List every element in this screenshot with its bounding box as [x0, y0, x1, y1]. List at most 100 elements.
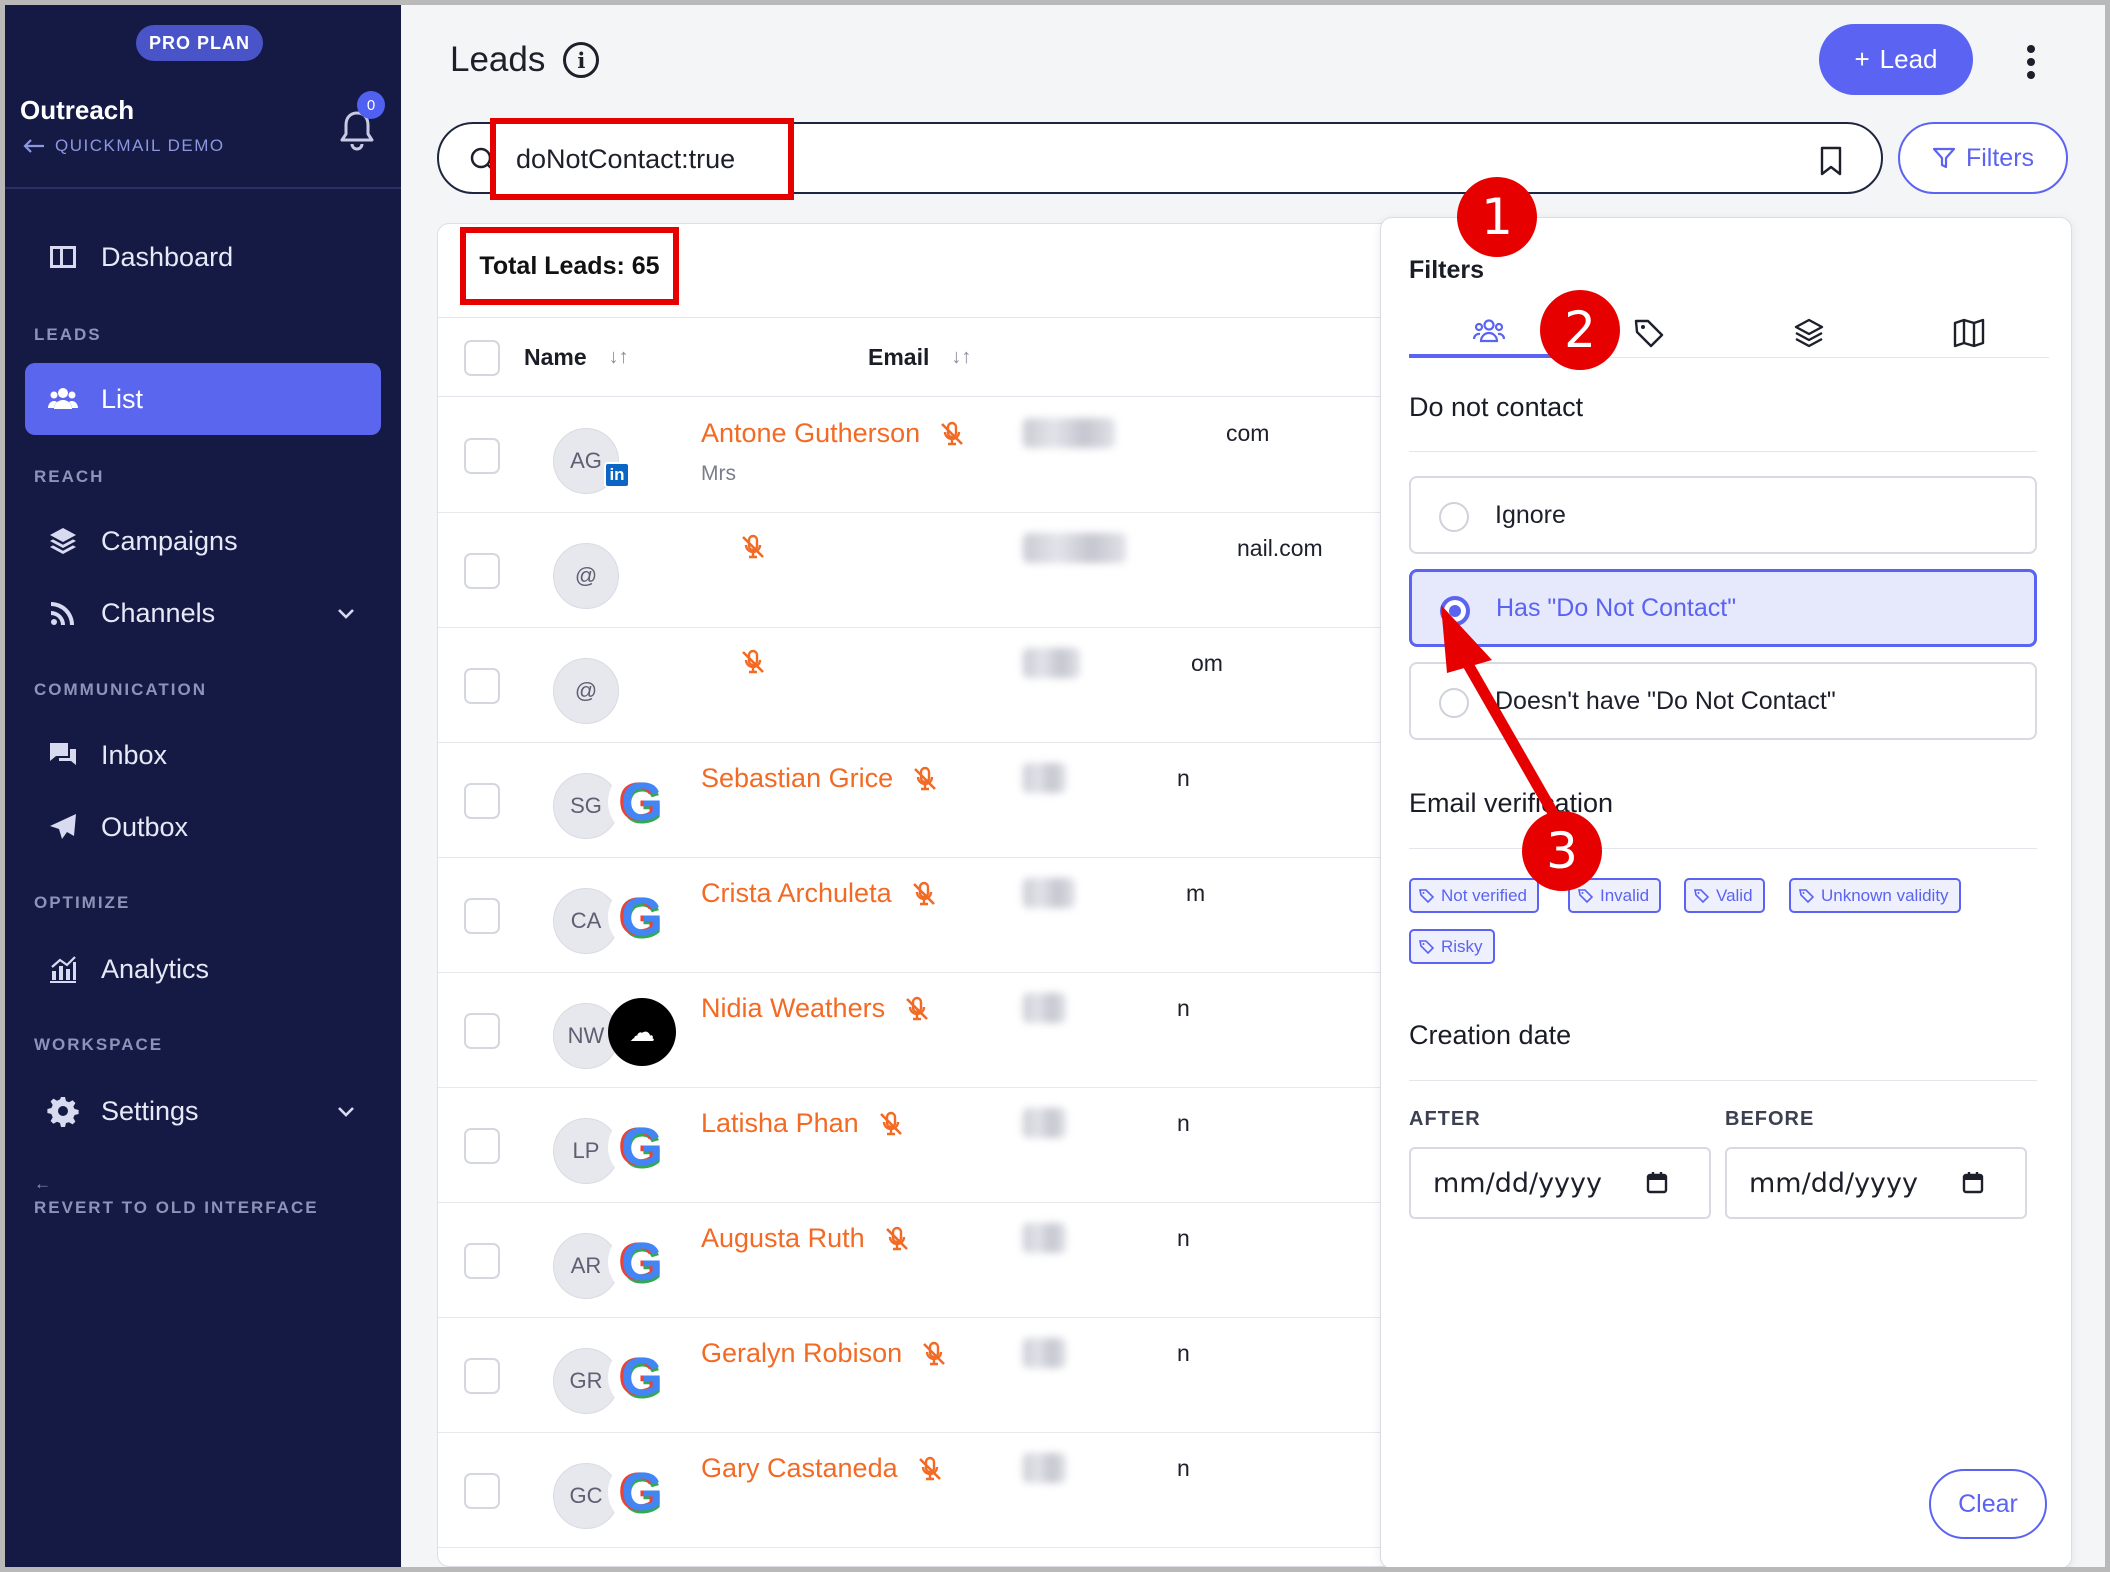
- lead-name-link[interactable]: Latisha Phan: [701, 1108, 905, 1139]
- email-text: m: [1186, 880, 1206, 906]
- soundcloud-source-icon: ☁: [608, 998, 676, 1066]
- lead-name-link[interactable]: [721, 533, 767, 561]
- lead-name-link[interactable]: Crista Archuleta: [701, 878, 938, 909]
- page-title: Leads: [450, 40, 546, 79]
- back-link[interactable]: QUICKMAIL DEMO: [23, 136, 225, 156]
- tab-campaigns[interactable]: [1729, 308, 1889, 358]
- row-checkbox[interactable]: [464, 668, 500, 704]
- lead-name-link[interactable]: Sebastian Grice: [701, 763, 939, 794]
- chat-icon: [50, 743, 76, 765]
- sidebar-item-list[interactable]: List: [25, 363, 381, 435]
- lead-name: Nidia Weathers: [701, 993, 886, 1023]
- option-ignore[interactable]: Ignore: [1409, 476, 2037, 554]
- column-header-name[interactable]: Name ↓↑: [524, 344, 629, 371]
- chip-unknown-validity[interactable]: Unknown validity: [1789, 878, 1961, 913]
- chip-valid[interactable]: Valid: [1684, 878, 1765, 913]
- sidebar-item-settings[interactable]: Settings: [25, 1075, 381, 1147]
- radio-button-selected[interactable]: [1440, 596, 1470, 626]
- table-row[interactable]: AR G Augusta Ruth n: [438, 1203, 1436, 1318]
- before-date-input[interactable]: mm/dd/yyyy: [1725, 1147, 2027, 1219]
- layers-icon: [50, 528, 76, 554]
- sidebar-item-analytics[interactable]: Analytics: [25, 933, 381, 1005]
- map-icon: [1953, 318, 1985, 348]
- sidebar-item-outbox[interactable]: Outbox: [25, 791, 381, 863]
- org-name: Outreach: [20, 95, 135, 125]
- sidebar: PRO PLAN Outreach QUICKMAIL DEMO 0 Dashb…: [5, 5, 401, 1567]
- radio-button[interactable]: [1439, 502, 1469, 532]
- table-row[interactable]: AG in Antone Gutherson Mrs com: [438, 398, 1436, 513]
- table-row[interactable]: GC G Gary Castaneda n: [438, 1433, 1436, 1548]
- after-date-input[interactable]: mm/dd/yyyy: [1409, 1147, 1711, 1219]
- tab-map[interactable]: [1889, 308, 2049, 358]
- row-checkbox[interactable]: [464, 438, 500, 474]
- sidebar-item-label: Dashboard: [101, 241, 234, 272]
- more-vertical-icon[interactable]: [2025, 43, 2037, 81]
- filters-panel: Filters Do not contact Ignore Has "Do No…: [1380, 217, 2072, 1567]
- revert-interface-link[interactable]: ← REVERT TO OLD INTERFACE: [34, 1172, 319, 1220]
- chip-label: Invalid: [1600, 885, 1650, 905]
- lead-name-link[interactable]: Nidia Weathers: [701, 993, 931, 1024]
- select-all-checkbox[interactable]: [464, 340, 500, 376]
- do-not-contact-icon: [923, 1341, 946, 1365]
- lead-name-link[interactable]: Gary Castaneda: [701, 1453, 944, 1484]
- column-header-email[interactable]: Email ↓↑: [868, 344, 971, 371]
- option-doesnt-have-do-not-contact[interactable]: Doesn't have "Do Not Contact": [1409, 662, 2037, 740]
- clear-filters-button[interactable]: Clear: [1929, 1469, 2047, 1539]
- table-row[interactable]: CA G Crista Archuleta m: [438, 858, 1436, 973]
- sort-icon[interactable]: ↓↑: [609, 346, 629, 369]
- sidebar-item-label: Outbox: [101, 811, 189, 842]
- bookmark-icon[interactable]: [1819, 146, 1843, 176]
- divider: [1409, 1080, 2037, 1081]
- row-checkbox[interactable]: [464, 1013, 500, 1049]
- google-source-icon: G: [608, 1458, 676, 1526]
- paper-plane-icon: [50, 814, 76, 839]
- search-input[interactable]: doNotContact:true: [490, 118, 794, 200]
- filters-button[interactable]: Filters: [1898, 122, 2068, 194]
- email-text: n: [1177, 995, 1190, 1021]
- calendar-icon[interactable]: [1961, 1171, 1985, 1195]
- analytics-icon: [50, 956, 76, 983]
- table-row[interactable]: @ nail.com: [438, 513, 1436, 628]
- row-checkbox[interactable]: [464, 898, 500, 934]
- table-row[interactable]: GR G Geralyn Robison n: [438, 1318, 1436, 1433]
- row-checkbox[interactable]: [464, 1128, 500, 1164]
- info-icon[interactable]: i: [563, 42, 600, 78]
- table-row[interactable]: LP G Latisha Phan n: [438, 1088, 1436, 1203]
- lead-name-link[interactable]: Geralyn Robison: [701, 1338, 948, 1369]
- option-label: Has "Do Not Contact": [1496, 593, 1737, 622]
- add-lead-button[interactable]: + Lead: [1819, 24, 1973, 95]
- chevron-down-icon: [338, 609, 354, 619]
- after-label: AFTER: [1409, 1108, 1481, 1130]
- option-has-do-not-contact[interactable]: Has "Do Not Contact": [1409, 569, 2037, 647]
- sidebar-item-channels[interactable]: Channels: [25, 577, 381, 649]
- calendar-icon[interactable]: [1645, 1171, 1669, 1195]
- table-row[interactable]: SG G Sebastian Grice n: [438, 743, 1436, 858]
- plan-badge: PRO PLAN: [136, 25, 263, 61]
- email-redacted: [1023, 1338, 1066, 1368]
- row-checkbox[interactable]: [464, 1473, 500, 1509]
- chip-not-verified[interactable]: Not verified: [1409, 878, 1539, 913]
- table-row[interactable]: @ om: [438, 628, 1436, 743]
- row-checkbox[interactable]: [464, 1358, 500, 1394]
- tag-icon: [1419, 939, 1435, 954]
- email-redacted: [1023, 1223, 1066, 1253]
- table-row[interactable]: NW ☁ Nidia Weathers n: [438, 973, 1436, 1088]
- sidebar-item-campaigns[interactable]: Campaigns: [25, 505, 381, 577]
- section-label-optimize: OPTIMIZE: [34, 893, 131, 912]
- row-checkbox[interactable]: [464, 783, 500, 819]
- sidebar-item-dashboard[interactable]: Dashboard: [25, 221, 381, 293]
- email-text: com: [1226, 420, 1270, 446]
- chip-label: Not verified: [1441, 885, 1527, 905]
- sort-icon[interactable]: ↓↑: [951, 346, 971, 369]
- chip-risky[interactable]: Risky: [1409, 929, 1495, 964]
- lead-name: Sebastian Grice: [701, 763, 894, 793]
- sidebar-item-inbox[interactable]: Inbox: [25, 719, 381, 791]
- lead-name: Antone Gutherson: [701, 418, 921, 448]
- lead-name-link[interactable]: Augusta Ruth: [701, 1223, 911, 1254]
- row-checkbox[interactable]: [464, 1243, 500, 1279]
- lead-name-link[interactable]: Antone Gutherson: [701, 418, 966, 449]
- row-checkbox[interactable]: [464, 553, 500, 589]
- lead-name-link[interactable]: [721, 648, 767, 676]
- radio-button[interactable]: [1439, 688, 1469, 718]
- filters-panel-title: Filters: [1409, 256, 1485, 284]
